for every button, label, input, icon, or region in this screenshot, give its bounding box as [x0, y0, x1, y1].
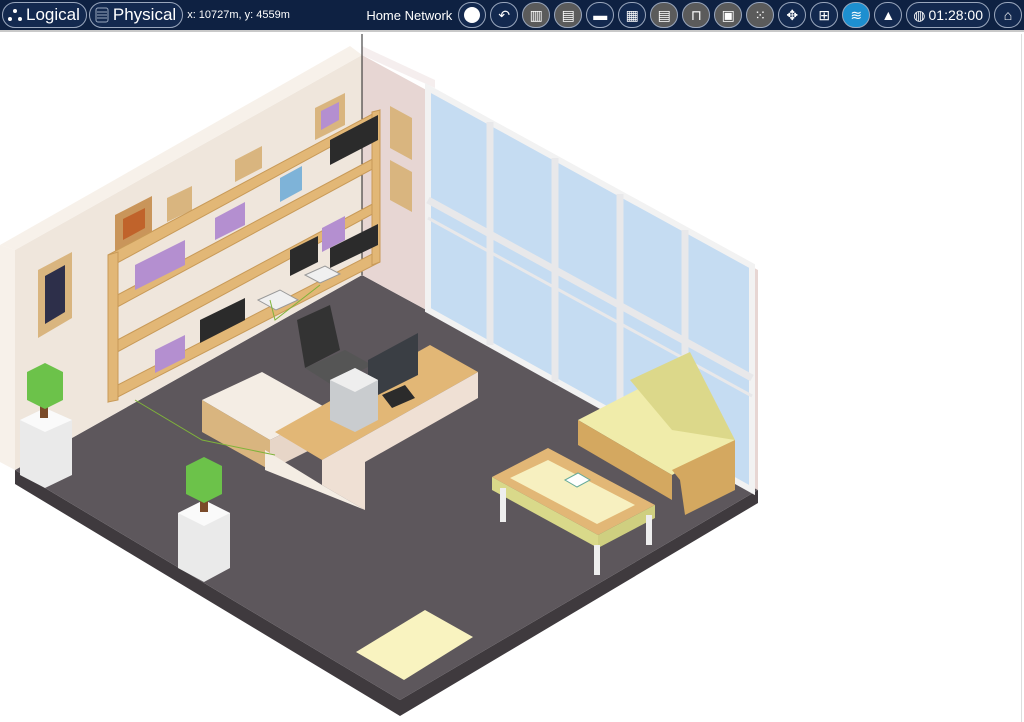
new-shelf-button[interactable]: ⊓ [682, 2, 711, 28]
navigation-compass-icon [464, 7, 481, 23]
move-button[interactable]: ✥ [778, 2, 807, 28]
clock-time: 01:28:00 [928, 7, 984, 23]
cluster-button[interactable]: ⁙ [746, 2, 775, 28]
new-rack-button[interactable]: ▦ [618, 2, 647, 28]
background-image-icon: ▲ [881, 7, 896, 23]
wireless-button[interactable]: ≋ [842, 2, 871, 28]
pc-tower[interactable] [330, 368, 378, 432]
home-icon: ⌂ [1003, 7, 1013, 23]
new-shelf-icon: ⊓ [690, 6, 702, 23]
logical-view-button[interactable]: Logical [2, 2, 87, 28]
new-building-button[interactable]: ▥ [522, 2, 551, 28]
network-name: Home Network [366, 7, 453, 23]
new-rack-icon: ▦ [625, 6, 639, 23]
physical-view-button[interactable]: Physical [88, 2, 184, 28]
workspace-scrollbar[interactable] [1021, 34, 1022, 722]
new-table-button[interactable]: ▤ [650, 2, 679, 28]
physical-icon [95, 7, 109, 23]
globe-icon: ◍ [913, 6, 926, 23]
navigation-button[interactable] [458, 2, 487, 28]
coordinates-readout: x: 10727m, y: 4559m [187, 9, 290, 21]
inventory-button[interactable]: ▣ [714, 2, 743, 28]
wireless-icon: ≋ [850, 6, 863, 23]
new-table-icon: ▤ [657, 6, 671, 23]
clock-button[interactable]: ◍ 01:28:00 [906, 2, 990, 28]
new-city-button[interactable]: ▤ [554, 2, 583, 28]
new-city-icon: ▤ [561, 6, 575, 23]
toolbar: Logical Physical x: 10727m, y: 4559m Hom… [0, 0, 1024, 32]
logical-icon [8, 9, 22, 21]
new-wiring-closet-icon: ▬ [593, 7, 608, 23]
back-button[interactable]: ↶ [490, 2, 519, 28]
background-image-button[interactable]: ▲ [874, 2, 903, 28]
left-wall-edge [0, 245, 15, 470]
home-button[interactable]: ⌂ [994, 2, 1022, 28]
logical-label: Logical [26, 5, 80, 24]
physical-label: Physical [112, 5, 177, 24]
inventory-icon: ▣ [721, 6, 735, 23]
new-wiring-closet-button[interactable]: ▬ [586, 2, 615, 28]
cluster-icon: ⁙ [754, 6, 767, 23]
new-building-icon: ▥ [529, 6, 543, 23]
grid-icon: ⊞ [818, 6, 831, 23]
grid-button[interactable]: ⊞ [810, 2, 839, 28]
move-icon: ✥ [786, 6, 799, 23]
back-icon: ↶ [498, 6, 511, 23]
physical-workspace[interactable] [0, 34, 1024, 722]
